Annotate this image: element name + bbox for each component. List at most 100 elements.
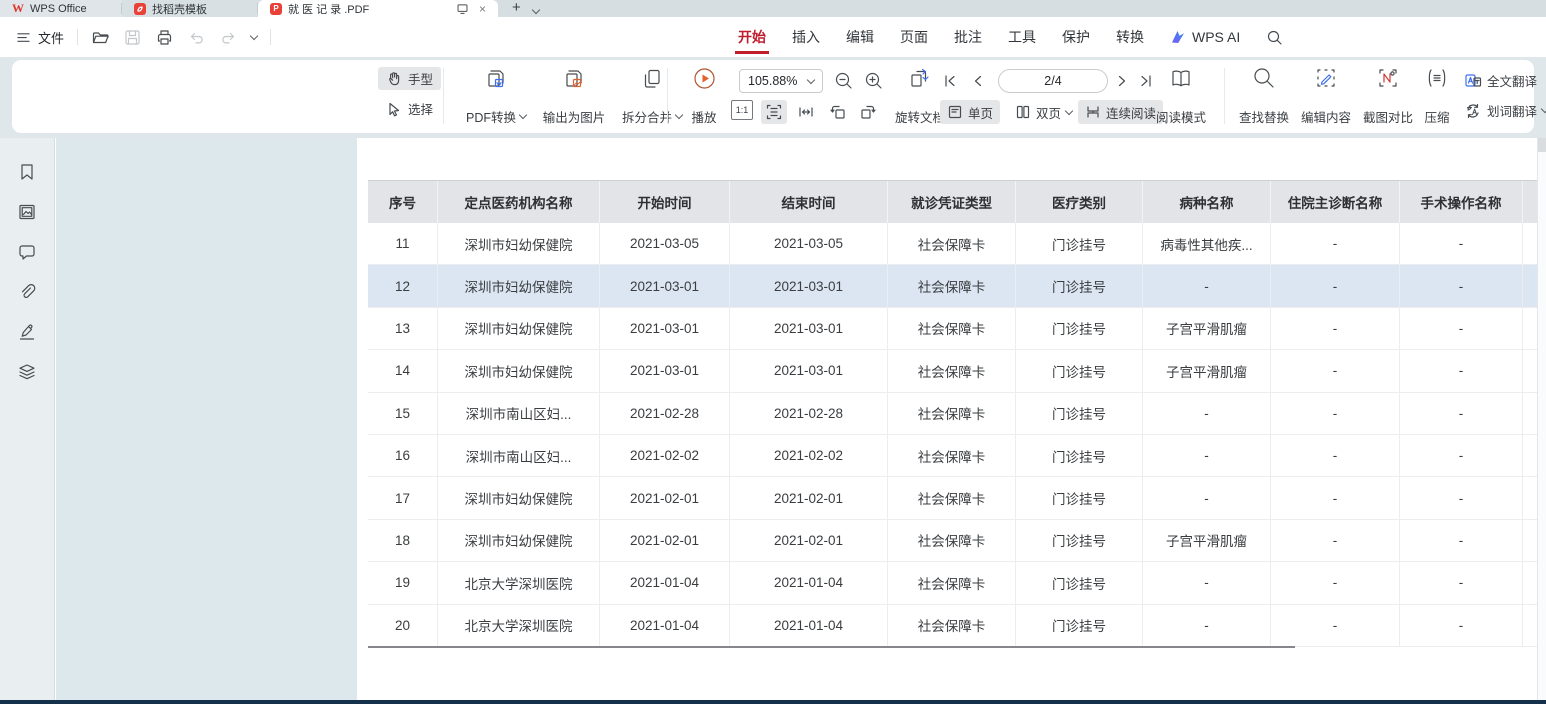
menu-tab-protect[interactable]: 保护 xyxy=(1062,17,1090,57)
close-icon[interactable]: × xyxy=(479,3,486,15)
next-page-icon[interactable] xyxy=(1114,73,1130,89)
hand-tool-button[interactable]: 手型 xyxy=(378,67,441,90)
table-cell: 门诊挂号 xyxy=(1016,520,1143,562)
rotate-left-button[interactable] xyxy=(825,100,851,124)
rotate-right-button[interactable] xyxy=(855,100,881,124)
tab-list-chevron-icon[interactable] xyxy=(532,5,540,13)
table-cell: 20 xyxy=(368,605,438,647)
single-page-button[interactable]: 单页 xyxy=(940,100,1000,124)
menu-tab-page[interactable]: 页面 xyxy=(900,17,928,57)
play-button[interactable]: 播放 xyxy=(680,66,728,126)
table-bottom-border xyxy=(368,646,1295,648)
continuous-read-button[interactable]: 连续阅读 xyxy=(1078,100,1163,124)
navigation-panel[interactable] xyxy=(56,138,357,700)
pdf-convert-button[interactable]: PDF转换 xyxy=(455,66,537,126)
file-menu-button[interactable]: 文件 xyxy=(16,28,64,47)
table-row[interactable]: 17深圳市妇幼保健院2021-02-012021-02-01社会保障卡门诊挂号-… xyxy=(368,477,1537,519)
compress-button[interactable]: 压缩 xyxy=(1414,66,1460,126)
vertical-scrollbar[interactable] xyxy=(1537,138,1546,700)
redo-icon[interactable] xyxy=(219,28,238,47)
full-translate-button[interactable]: 全文翻译 xyxy=(1464,71,1537,90)
menu-tab-comment[interactable]: 批注 xyxy=(954,17,982,57)
tab-wps-office[interactable]: W WPS Office xyxy=(0,0,122,17)
menu-tab-convert[interactable]: 转换 xyxy=(1116,17,1144,57)
column-header: 序号 xyxy=(368,181,438,223)
double-page-button[interactable]: 双页 xyxy=(1008,100,1079,124)
divider xyxy=(270,29,271,45)
search-icon[interactable] xyxy=(1266,29,1283,46)
first-page-icon[interactable] xyxy=(942,73,958,89)
fit-width-button[interactable] xyxy=(793,100,819,124)
table-cell: 2021-02-02 xyxy=(600,435,730,477)
screenshot-compare-button[interactable]: 截图对比 xyxy=(1358,66,1418,126)
compress-label: 压缩 xyxy=(1424,107,1449,126)
menu-tab-wps-ai[interactable]: WPS AI xyxy=(1170,17,1240,57)
save-icon[interactable] xyxy=(123,28,142,47)
rotate-document-icon xyxy=(907,66,933,92)
tab-document-pdf[interactable]: P 就 医 记 录 .PDF × xyxy=(258,0,498,17)
new-tab-button[interactable]: + xyxy=(512,0,521,17)
table-row[interactable]: 16深圳市南山区妇...2021-02-022021-02-02社会保障卡门诊挂… xyxy=(368,435,1537,477)
single-page-icon xyxy=(947,104,963,120)
table-cell: 19 xyxy=(368,562,438,604)
double-page-label: 双页 xyxy=(1036,103,1061,122)
table-row[interactable]: 15深圳市南山区妇...2021-02-282021-02-28社会保障卡门诊挂… xyxy=(368,393,1537,435)
word-translate-button[interactable]: 划词翻译 xyxy=(1464,101,1546,120)
select-tool-button[interactable]: 选择 xyxy=(378,97,441,120)
table-cell: 深圳市妇幼保健院 xyxy=(438,520,600,562)
quick-tools-chevron-icon[interactable] xyxy=(250,31,258,39)
table-row[interactable]: 12深圳市妇幼保健院2021-03-012021-03-01社会保障卡门诊挂号-… xyxy=(368,265,1537,307)
table-cell: - xyxy=(1400,477,1523,519)
find-replace-button[interactable]: 查找替换 xyxy=(1234,66,1294,126)
window-bottom-edge xyxy=(0,700,1546,704)
document-page[interactable]: 序号定点医药机构名称开始时间结束时间就诊凭证类型医疗类别病种名称住院主诊断名称手… xyxy=(357,138,1537,700)
table-row[interactable]: 19北京大学深圳医院2021-01-042021-01-04社会保障卡门诊挂号-… xyxy=(368,562,1537,604)
rotate-right-icon xyxy=(859,103,877,121)
rotate-document-label: 旋转文档 xyxy=(895,107,945,126)
previous-page-icon[interactable] xyxy=(970,73,986,89)
zoom-level-select[interactable]: 105.88% xyxy=(739,69,823,93)
menu-tab-home[interactable]: 开始 xyxy=(738,17,766,57)
zoom-in-icon[interactable] xyxy=(864,71,884,91)
fit-page-button[interactable] xyxy=(761,100,787,124)
actual-size-button[interactable]: 1:1 xyxy=(731,100,753,120)
scrollbar-thumb[interactable] xyxy=(1538,138,1546,152)
thumbnails-icon[interactable] xyxy=(17,202,37,222)
table-row[interactable]: 13深圳市妇幼保健院2021-03-012021-03-01社会保障卡门诊挂号子… xyxy=(368,308,1537,350)
table-row[interactable]: 18深圳市妇幼保健院2021-02-012021-02-01社会保障卡门诊挂号子… xyxy=(368,520,1537,562)
table-cell: - xyxy=(1271,435,1400,477)
attachment-icon[interactable] xyxy=(17,282,37,302)
monitor-icon[interactable] xyxy=(456,2,469,15)
export-image-button[interactable]: 输出为图片 xyxy=(535,66,613,126)
table-cell: 门诊挂号 xyxy=(1016,393,1143,435)
select-tool-label: 选择 xyxy=(408,99,433,118)
tab-docer-templates[interactable]: 找稻壳模板 xyxy=(122,0,258,17)
double-page-icon xyxy=(1015,104,1031,120)
table-cell: 15 xyxy=(368,393,438,435)
zoom-out-icon[interactable] xyxy=(834,71,854,91)
full-translate-label: 全文翻译 xyxy=(1487,71,1537,90)
print-icon[interactable] xyxy=(155,28,174,47)
pdf-file-icon: P xyxy=(270,3,282,15)
table-cell: 2021-03-01 xyxy=(600,265,730,307)
undo-icon[interactable] xyxy=(187,28,206,47)
open-folder-icon[interactable] xyxy=(91,28,110,47)
compress-icon xyxy=(1425,66,1449,90)
read-mode-button[interactable]: 阅读模式 xyxy=(1152,66,1210,126)
layers-icon[interactable] xyxy=(17,362,37,382)
table-cell: 2021-02-01 xyxy=(600,477,730,519)
word-translate-label: 划词翻译 xyxy=(1487,101,1537,120)
bookmark-icon[interactable] xyxy=(17,162,37,182)
edit-content-button[interactable]: 编辑内容 xyxy=(1296,66,1356,126)
comment-icon[interactable] xyxy=(17,242,37,262)
table-cell: 2021-02-28 xyxy=(600,393,730,435)
menu-tab-tools[interactable]: 工具 xyxy=(1008,17,1036,57)
menu-tab-edit[interactable]: 编辑 xyxy=(846,17,874,57)
table-row[interactable]: 14深圳市妇幼保健院2021-03-012021-03-01社会保障卡门诊挂号子… xyxy=(368,350,1537,392)
signature-icon[interactable] xyxy=(17,322,37,342)
table-row[interactable]: 20北京大学深圳医院2021-01-042021-01-04社会保障卡门诊挂号-… xyxy=(368,605,1537,647)
table-cell: 子宫平滑肌瘤 xyxy=(1143,350,1271,392)
menu-tab-insert[interactable]: 插入 xyxy=(792,17,820,57)
table-row[interactable]: 11深圳市妇幼保健院2021-03-052021-03-05社会保障卡门诊挂号病… xyxy=(368,223,1537,265)
page-number-input[interactable]: 2/4 xyxy=(998,69,1108,93)
